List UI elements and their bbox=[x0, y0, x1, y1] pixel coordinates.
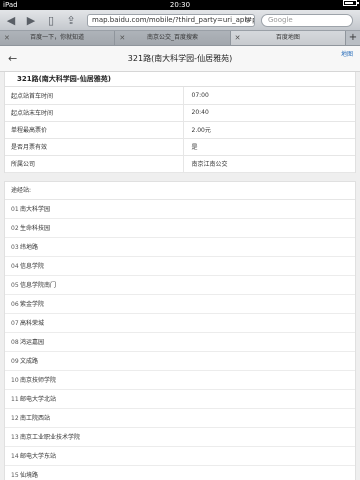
info-value: 南京江南公交 bbox=[183, 155, 355, 173]
stop-name: 邮电大学东站 bbox=[20, 452, 57, 460]
stop-name: 纬地路 bbox=[20, 243, 39, 251]
info-label: 是否月票有效 bbox=[5, 138, 184, 156]
close-tab-icon[interactable]: ✕ bbox=[119, 31, 125, 45]
stop-number: 13 bbox=[11, 433, 19, 441]
info-value: 07:00 bbox=[183, 87, 355, 105]
stop-item[interactable]: 13 南京工业职业技术学院 bbox=[5, 428, 355, 447]
stop-number: 07 bbox=[11, 319, 19, 327]
stop-item[interactable]: 05 信息学院南门 bbox=[5, 276, 355, 295]
stop-number: 01 bbox=[11, 205, 19, 213]
stop-name: 南工院西站 bbox=[20, 414, 51, 422]
battery-icon bbox=[343, 0, 359, 6]
forward-arrow-icon[interactable]: ▶ bbox=[24, 14, 38, 27]
status-time: 20:30 bbox=[169, 1, 191, 9]
tab-baidu-search[interactable]: ✕ 百度一下，你就知道 bbox=[0, 31, 116, 45]
info-value: 2.00元 bbox=[183, 121, 355, 139]
stop-item[interactable]: 07 高科荣城 bbox=[5, 314, 355, 333]
stop-name: 信息学院 bbox=[20, 262, 45, 270]
stop-list-heading: 途经站: bbox=[5, 182, 355, 200]
close-tab-icon[interactable]: ✕ bbox=[235, 31, 241, 45]
info-label: 起点站首车时间 bbox=[5, 87, 184, 105]
page-title: 321路(南大科学园-仙居雅苑) bbox=[127, 54, 233, 63]
stop-list: 途经站: 01 南大科学园 02 生命科技园 03 纬地路 04 信息学院 05 信息学院… bbox=[4, 180, 356, 480]
info-row: 所属公司 南京江南公交 bbox=[5, 155, 355, 173]
stop-item[interactable]: 09 文成路 bbox=[5, 352, 355, 371]
stop-name: 邮电大学北站 bbox=[20, 395, 57, 403]
route-name: 321路(南大科学园-仙居雅苑) bbox=[5, 72, 355, 87]
stop-number: 06 bbox=[11, 300, 19, 308]
tab-bar: ✕ 百度一下，你就知道 ✕ 南京公交_百度搜索 ✕ 百度地图 + bbox=[0, 31, 360, 46]
stop-item[interactable]: 02 生命科技园 bbox=[5, 219, 355, 238]
stop-item[interactable]: 14 邮电大学东站 bbox=[5, 447, 355, 466]
stop-item[interactable]: 01 南大科学园 bbox=[5, 200, 355, 219]
stop-item[interactable]: 10 南京技师学院 bbox=[5, 371, 355, 390]
bookmarks-icon[interactable]: ▯ bbox=[44, 14, 58, 27]
stop-number: 10 bbox=[11, 376, 19, 384]
stop-number: 14 bbox=[11, 452, 19, 460]
browser-toolbar: ◀ ▶ ▯ ⇪ map.baidu.com/mobile/?third_part… bbox=[0, 10, 360, 31]
stop-name: 紫金学院 bbox=[20, 300, 45, 308]
info-label: 所属公司 bbox=[5, 155, 184, 173]
info-label: 起点站末车时间 bbox=[5, 104, 184, 122]
info-row: 是否月票有效是 bbox=[5, 138, 355, 156]
map-label: 地图 bbox=[340, 51, 353, 58]
stop-item[interactable]: 03 纬地路 bbox=[5, 238, 355, 257]
close-tab-icon[interactable]: ✕ bbox=[4, 31, 10, 45]
battery-indicator bbox=[343, 0, 359, 6]
info-row: 单程最高票价 2.00元 bbox=[5, 121, 355, 139]
status-bar: iPad 20:30 bbox=[0, 0, 360, 10]
tab-nanjing-bus[interactable]: ✕ 南京公交_百度搜索 bbox=[115, 31, 231, 45]
stop-name: 生命科技园 bbox=[20, 224, 51, 232]
stop-item[interactable]: 06 紫金学院 bbox=[5, 295, 355, 314]
stop-name: 文成路 bbox=[20, 357, 39, 365]
stop-name: 南京工业职业技术学院 bbox=[20, 433, 81, 441]
route-info-table: 起点站首车时间 07:00 起点站末车时间 20:40 单程最高票价 2.00元 是否… bbox=[5, 87, 355, 173]
tab-label: 百度一下，你就知道 bbox=[30, 34, 85, 41]
stop-name: 南大科学园 bbox=[20, 205, 51, 213]
stop-item[interactable]: 11 邮电大学北站 bbox=[5, 390, 355, 409]
tab-baidu-map[interactable]: ✕ 百度地图 bbox=[230, 31, 346, 45]
url-text: map.baidu.com/mobile/?third_party=uri_ap… bbox=[92, 16, 255, 24]
stop-item[interactable]: 08 鸿运嘉园 bbox=[5, 333, 355, 352]
stop-name: 南京技师学院 bbox=[20, 376, 57, 384]
stop-number: 09 bbox=[11, 357, 19, 365]
new-tab-button[interactable]: + bbox=[345, 31, 360, 45]
reload-icon[interactable]: ↻ bbox=[244, 15, 251, 26]
url-field[interactable]: map.baidu.com/mobile/?third_party=uri_ap… bbox=[87, 14, 255, 27]
info-value: 20:40 bbox=[183, 104, 355, 122]
stop-number: 02 bbox=[11, 224, 19, 232]
share-icon[interactable]: ⇪ bbox=[64, 14, 78, 27]
stop-number: 04 bbox=[11, 262, 19, 270]
screen: iPad 20:30 ◀ ▶ ▯ ⇪ map.baidu.com/mobile/… bbox=[0, 0, 360, 480]
stop-item[interactable]: 04 信息学院 bbox=[5, 257, 355, 276]
search-placeholder: Google bbox=[268, 16, 293, 24]
info-label: 单程最高票价 bbox=[5, 121, 184, 139]
stop-number: 12 bbox=[11, 414, 19, 422]
back-arrow-icon[interactable]: ◀ bbox=[4, 14, 18, 27]
page-header: ← 321路(南大科学园-仙居雅苑) 地图 bbox=[0, 46, 360, 72]
stop-item[interactable]: 15 仙境路 bbox=[5, 466, 355, 480]
tab-label: 百度地图 bbox=[275, 34, 300, 41]
info-row: 起点站末车时间 20:40 bbox=[5, 104, 355, 122]
stop-name: 仙境路 bbox=[20, 471, 39, 479]
stop-number: 11 bbox=[11, 395, 19, 403]
stop-name: 信息学院南门 bbox=[20, 281, 57, 289]
stop-name: 高科荣城 bbox=[20, 319, 45, 327]
stop-name: 鸿运嘉园 bbox=[20, 338, 45, 346]
info-row: 起点站首车时间 07:00 bbox=[5, 87, 355, 105]
info-value: 是 bbox=[183, 138, 355, 156]
search-input[interactable]: Google bbox=[261, 14, 353, 27]
map-button[interactable]: 地图 bbox=[340, 51, 354, 58]
tab-label: 南京公交_百度搜索 bbox=[146, 34, 198, 41]
stop-number: 03 bbox=[11, 243, 19, 251]
route-info-card: 321路(南大科学园-仙居雅苑) 起点站首车时间 07:00 起点站末车时间 20:… bbox=[4, 72, 356, 173]
stop-number: 05 bbox=[11, 281, 19, 289]
stop-number: 08 bbox=[11, 338, 19, 346]
stop-item[interactable]: 12 南工院西站 bbox=[5, 409, 355, 428]
stop-number: 15 bbox=[11, 471, 19, 479]
